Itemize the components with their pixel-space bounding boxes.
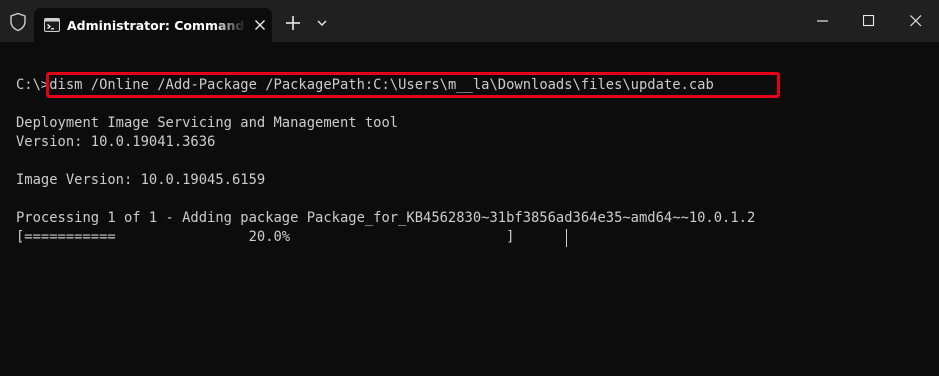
close-icon[interactable] xyxy=(252,17,268,33)
command-highlight xyxy=(46,72,780,98)
tab-command-prompt[interactable]: Administrator: Command Prompt xyxy=(34,8,272,42)
minimize-icon xyxy=(817,20,828,22)
terminal-output[interactable]: C:\>dism /Online /Add-Package /PackagePa… xyxy=(0,42,939,376)
terminal-window: Administrator: Command Prompt xyxy=(0,0,939,376)
text-cursor xyxy=(566,229,567,247)
chevron-down-icon[interactable] xyxy=(313,15,331,31)
maximize-button[interactable] xyxy=(846,0,892,42)
tab-title-fade xyxy=(214,14,246,36)
image-version-line: Image Version: 10.0.19045.6159 xyxy=(16,172,266,188)
shield-icon xyxy=(10,12,26,32)
processing-line: Processing 1 of 1 - Adding package Packa… xyxy=(16,210,756,226)
terminal-icon xyxy=(44,18,60,32)
close-icon xyxy=(910,15,922,27)
title-bar[interactable]: Administrator: Command Prompt xyxy=(0,0,939,42)
minimize-button[interactable] xyxy=(800,0,846,42)
prompt: C:\> xyxy=(16,77,50,93)
close-button[interactable] xyxy=(893,0,939,42)
tool-name-line: Deployment Image Servicing and Managemen… xyxy=(16,115,399,131)
plus-icon[interactable] xyxy=(282,12,304,34)
maximize-icon xyxy=(863,15,875,27)
progress-bar: [=========== 20.0% ] xyxy=(16,229,515,245)
version-line: Version: 10.0.19041.3636 xyxy=(16,134,216,150)
